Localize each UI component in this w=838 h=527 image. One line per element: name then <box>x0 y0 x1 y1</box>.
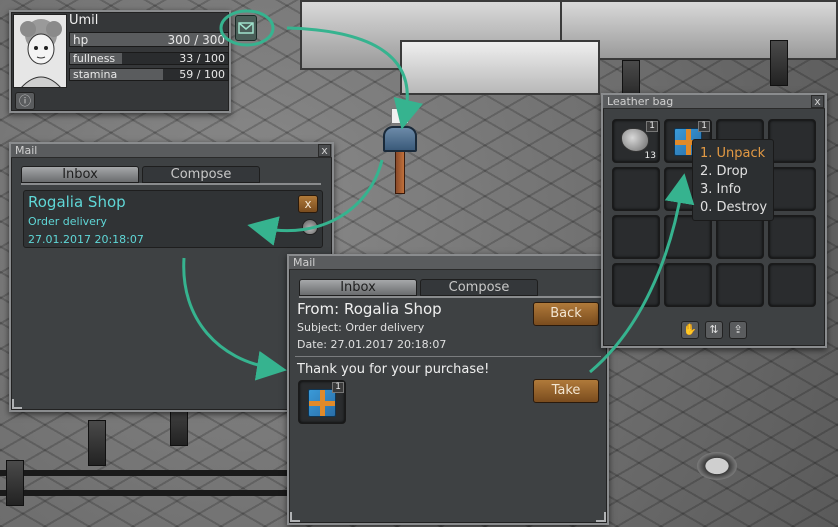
mail-inbox-window[interactable]: Mail x Inbox Compose Rogalia Shop Order … <box>9 142 334 412</box>
building-roof <box>400 40 600 95</box>
stat-label: hp <box>73 33 89 47</box>
gift-box-icon <box>308 389 336 417</box>
info-icon[interactable]: ⓘ <box>15 92 35 110</box>
tab-inbox[interactable]: Inbox <box>299 279 417 296</box>
skull-icon <box>697 452 737 480</box>
close-button[interactable]: x <box>811 95 824 108</box>
delete-mail-button[interactable]: x <box>298 195 318 213</box>
avatar[interactable] <box>13 14 67 88</box>
fence-post <box>770 40 788 86</box>
inventory-slot[interactable] <box>612 167 660 211</box>
tab-divider <box>299 296 601 298</box>
tab-divider <box>21 183 321 185</box>
menu-item-unpack[interactable]: 1. Unpack <box>693 146 773 164</box>
pouch-icon <box>302 219 318 235</box>
fence-post <box>6 460 24 506</box>
fence-post <box>88 420 106 466</box>
mail-sender: Rogalia Shop <box>28 193 126 211</box>
stat-value: 33 / 100 <box>179 52 225 65</box>
stat-value: 300 / 300 <box>167 33 225 47</box>
stat-label: fullness <box>73 52 116 65</box>
mail-from: From: Rogalia Shop <box>297 300 442 318</box>
item-stack-count: 13 <box>644 151 656 161</box>
hand-icon[interactable]: ✋ <box>681 321 699 339</box>
mail-subject: Subject: Order delivery <box>297 321 425 334</box>
ore-icon <box>621 128 649 152</box>
inventory-slot[interactable] <box>612 215 660 259</box>
tab-inbox[interactable]: Inbox <box>21 166 139 183</box>
envelope-icon[interactable] <box>235 15 257 41</box>
mailbox-box <box>383 126 417 152</box>
stat-value: 59 / 100 <box>179 68 225 81</box>
inventory-slot[interactable] <box>716 263 764 307</box>
take-button[interactable]: Take <box>533 379 599 403</box>
window-corner <box>290 512 300 522</box>
mail-list-item[interactable]: Rogalia Shop Order delivery 27.01.2017 2… <box>23 190 323 248</box>
inventory-slot[interactable]: 1 13 <box>612 119 660 163</box>
player-status-panel: Umil hp 300 / 300 fullness 33 / 100 stam… <box>9 10 231 113</box>
sort-icon[interactable]: ⇅ <box>705 321 723 339</box>
player-name: Umil <box>69 13 99 28</box>
tab-compose[interactable]: Compose <box>420 279 538 296</box>
mail-date: 27.01.2017 20:18:07 <box>28 233 144 246</box>
menu-item-info[interactable]: 3. Info <box>693 182 773 200</box>
window-title[interactable]: Mail <box>289 256 607 270</box>
stat-row-hp: hp 300 / 300 <box>69 32 229 47</box>
attachment-slot[interactable]: 1 <box>298 380 346 424</box>
mailbox[interactable] <box>383 108 419 194</box>
stat-label: stamina <box>73 68 118 81</box>
menu-item-destroy[interactable]: 0. Destroy <box>693 200 773 218</box>
fence-rail <box>0 470 290 476</box>
window-title[interactable]: Leather bag <box>603 95 825 109</box>
menu-item-drop[interactable]: 2. Drop <box>693 164 773 182</box>
back-button[interactable]: Back <box>533 302 599 326</box>
mail-subject: Order delivery <box>28 215 107 228</box>
item-quantity: 1 <box>646 121 658 132</box>
inventory-slot[interactable] <box>768 119 816 163</box>
envelope-glyph <box>238 22 254 34</box>
inventory-slot[interactable] <box>768 167 816 211</box>
inventory-slot[interactable] <box>768 215 816 259</box>
item-quantity: 1 <box>698 121 710 132</box>
inventory-slot[interactable] <box>664 215 712 259</box>
stat-row-fullness: fullness 33 / 100 <box>69 52 229 65</box>
mail-date: Date: 27.01.2017 20:18:07 <box>297 338 447 351</box>
item-quantity: 1 <box>332 382 344 393</box>
fence-rail <box>0 490 290 496</box>
window-corner <box>12 399 22 409</box>
divider <box>295 356 601 357</box>
window-title[interactable]: Mail <box>11 144 332 158</box>
inventory-slot[interactable] <box>716 215 764 259</box>
mailbox-post <box>395 148 405 194</box>
close-button[interactable]: x <box>318 144 331 157</box>
mailbox-letter-icon <box>391 108 409 124</box>
mail-body: Thank you for your purchase! <box>297 362 490 377</box>
inventory-slot[interactable] <box>612 263 660 307</box>
portrait-icon <box>20 19 62 87</box>
export-icon[interactable]: ⇪ <box>729 321 747 339</box>
inventory-slot[interactable] <box>768 263 816 307</box>
inventory-slot[interactable] <box>664 263 712 307</box>
tab-compose[interactable]: Compose <box>142 166 260 183</box>
building-wall <box>560 0 838 60</box>
resize-handle[interactable] <box>596 512 606 522</box>
bag-footer: ✋ ⇅ ⇪ <box>603 321 825 341</box>
item-context-menu: 1. Unpack 2. Drop 3. Info 0. Destroy <box>692 139 774 221</box>
stat-row-stamina: stamina 59 / 100 <box>69 68 229 81</box>
mail-read-window[interactable]: Mail Inbox Compose From: Rogalia Shop Su… <box>287 254 609 525</box>
